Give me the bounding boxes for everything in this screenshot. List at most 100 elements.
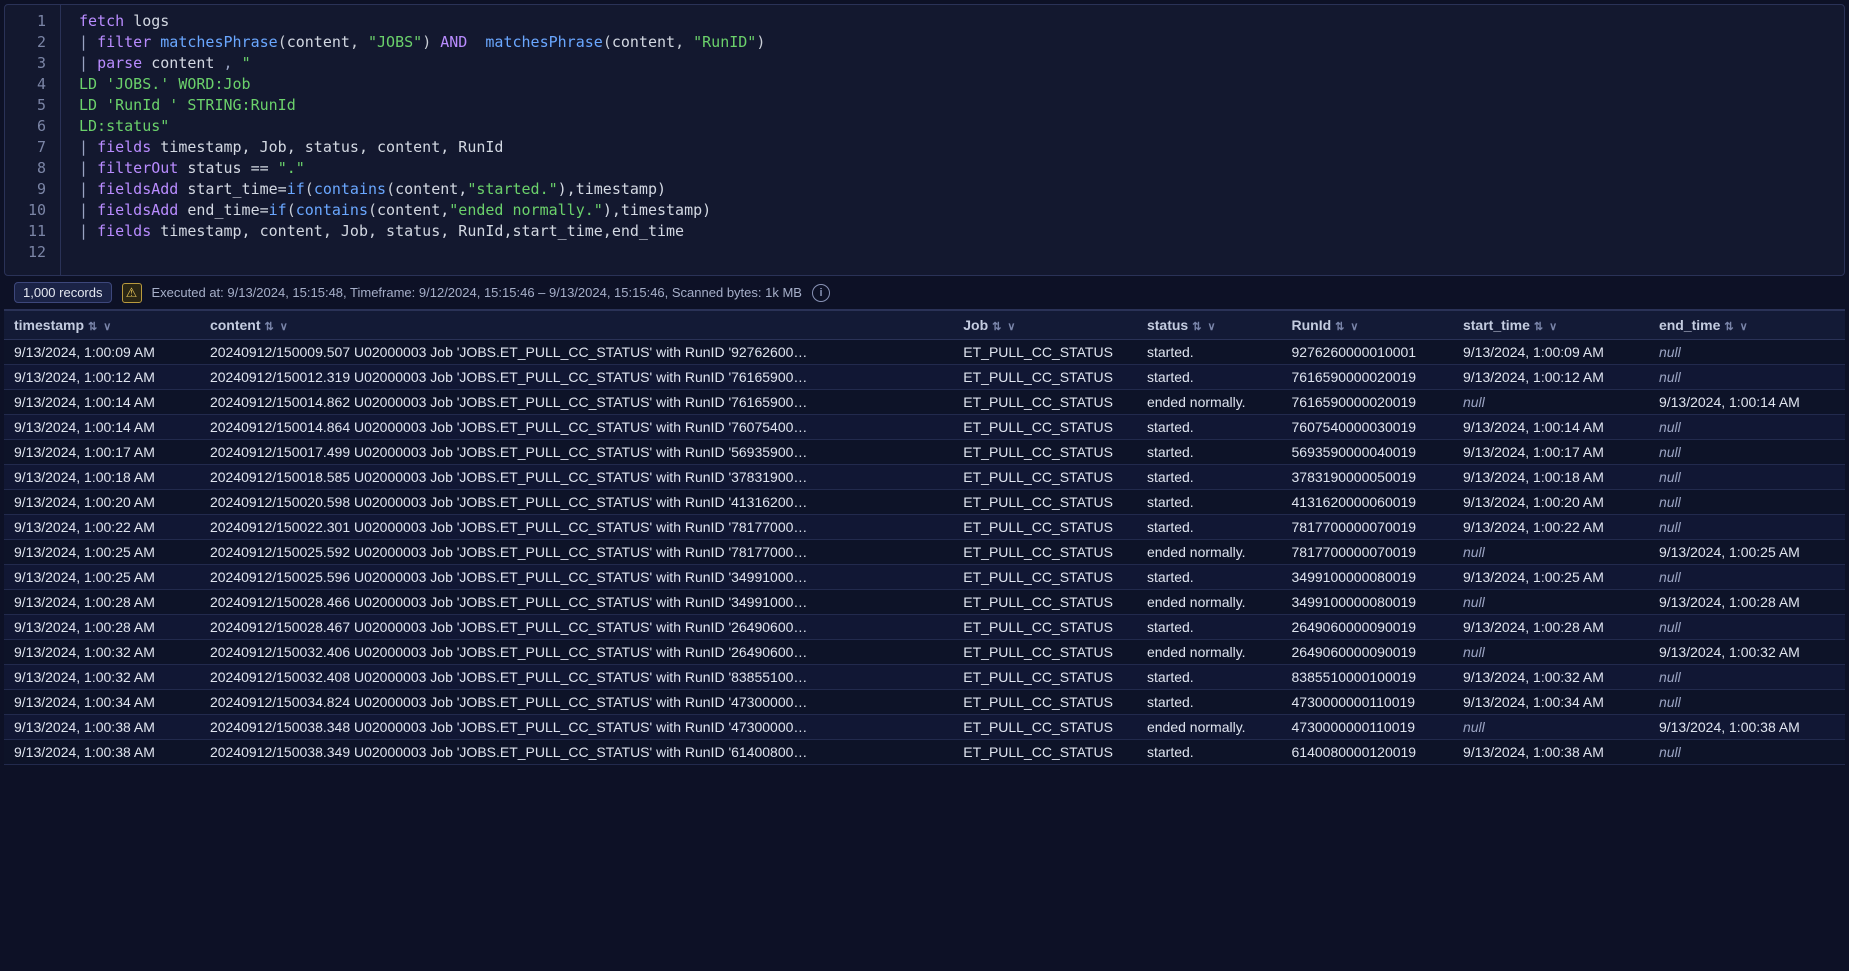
cell-runid: 3783190000050019: [1282, 465, 1453, 490]
cell-start-time: 9/13/2024, 1:00:32 AM: [1453, 665, 1649, 690]
cell-job: ET_PULL_CC_STATUS: [953, 615, 1137, 640]
chevron-down-icon: ∨: [1350, 321, 1358, 333]
table-row[interactable]: 9/13/2024, 1:00:18 AM20240912/150018.585…: [4, 465, 1845, 490]
cell-job: ET_PULL_CC_STATUS: [953, 515, 1137, 540]
cell-timestamp: 9/13/2024, 1:00:38 AM: [4, 715, 200, 740]
cell-timestamp: 9/13/2024, 1:00:09 AM: [4, 340, 200, 365]
cell-runid: 4730000000110019: [1282, 690, 1453, 715]
cell-runid: 7616590000020019: [1282, 390, 1453, 415]
chevron-down-icon: ∨: [280, 321, 288, 333]
cell-job: ET_PULL_CC_STATUS: [953, 465, 1137, 490]
table-row[interactable]: 9/13/2024, 1:00:20 AM20240912/150020.598…: [4, 490, 1845, 515]
cell-start-time: null: [1453, 715, 1649, 740]
table-row[interactable]: 9/13/2024, 1:00:38 AM20240912/150038.349…: [4, 740, 1845, 765]
col-status[interactable]: status⇅∨: [1137, 311, 1282, 340]
sort-icon: ⇅: [1335, 321, 1344, 333]
table-row[interactable]: 9/13/2024, 1:00:25 AM20240912/150025.596…: [4, 565, 1845, 590]
col-job[interactable]: Job⇅∨: [953, 311, 1137, 340]
cell-job: ET_PULL_CC_STATUS: [953, 715, 1137, 740]
cell-end-time: 9/13/2024, 1:00:32 AM: [1649, 640, 1845, 665]
col-start-time[interactable]: start_time⇅∨: [1453, 311, 1649, 340]
cell-start-time: 9/13/2024, 1:00:38 AM: [1453, 740, 1649, 765]
cell-job: ET_PULL_CC_STATUS: [953, 415, 1137, 440]
cell-runid: 5693590000040019: [1282, 440, 1453, 465]
col-runid[interactable]: RunId⇅∨: [1282, 311, 1453, 340]
cell-start-time: 9/13/2024, 1:00:20 AM: [1453, 490, 1649, 515]
table-row[interactable]: 9/13/2024, 1:00:32 AM20240912/150032.408…: [4, 665, 1845, 690]
table-row[interactable]: 9/13/2024, 1:00:14 AM20240912/150014.864…: [4, 415, 1845, 440]
cell-timestamp: 9/13/2024, 1:00:25 AM: [4, 540, 200, 565]
cell-timestamp: 9/13/2024, 1:00:14 AM: [4, 415, 200, 440]
col-content[interactable]: content⇅∨: [200, 311, 953, 340]
table-row[interactable]: 9/13/2024, 1:00:17 AM20240912/150017.499…: [4, 440, 1845, 465]
cell-end-time: null: [1649, 365, 1845, 390]
cell-content: 20240912/150028.466 U02000003 Job 'JOBS.…: [200, 590, 953, 615]
cell-end-time: null: [1649, 615, 1845, 640]
cell-status: started.: [1137, 565, 1282, 590]
warning-icon[interactable]: ⚠: [122, 283, 142, 303]
code-area[interactable]: fetch logs | filter matchesPhrase(conten…: [61, 5, 1844, 275]
col-timestamp[interactable]: timestamp⇅∨: [4, 311, 200, 340]
cell-end-time: null: [1649, 490, 1845, 515]
results-table: timestamp⇅∨ content⇅∨ Job⇅∨ status⇅∨ Run…: [4, 310, 1845, 765]
cell-end-time: 9/13/2024, 1:00:28 AM: [1649, 590, 1845, 615]
cell-end-time: 9/13/2024, 1:00:38 AM: [1649, 715, 1845, 740]
cell-timestamp: 9/13/2024, 1:00:12 AM: [4, 365, 200, 390]
cell-start-time: 9/13/2024, 1:00:34 AM: [1453, 690, 1649, 715]
table-row[interactable]: 9/13/2024, 1:00:32 AM20240912/150032.406…: [4, 640, 1845, 665]
sort-icon: ⇅: [1724, 321, 1733, 333]
table-row[interactable]: 9/13/2024, 1:00:28 AM20240912/150028.467…: [4, 615, 1845, 640]
table-row[interactable]: 9/13/2024, 1:00:34 AM 20240912/150034.824…: [4, 690, 1845, 715]
table-row[interactable]: 9/13/2024, 1:00:22 AM20240912/150022.301…: [4, 515, 1845, 540]
table-row[interactable]: 9/13/2024, 1:00:25 AM20240912/150025.592…: [4, 540, 1845, 565]
cell-status: ended normally.: [1137, 590, 1282, 615]
cell-job: ET_PULL_CC_STATUS: [953, 590, 1137, 615]
sort-icon: ⇅: [88, 321, 97, 333]
cell-job: ET_PULL_CC_STATUS: [953, 565, 1137, 590]
cell-content: 20240912/150034.824 U02000003 Job 'JOBS.…: [200, 690, 953, 715]
cell-job: ET_PULL_CC_STATUS: [953, 365, 1137, 390]
cell-runid: 7817700000070019: [1282, 540, 1453, 565]
cell-runid: 3499100000080019: [1282, 590, 1453, 615]
cell-runid: 7607540000030019: [1282, 415, 1453, 440]
cell-end-time: null: [1649, 340, 1845, 365]
col-end-time[interactable]: end_time⇅∨: [1649, 311, 1845, 340]
chevron-down-icon: ∨: [1740, 321, 1748, 333]
table-row[interactable]: 9/13/2024, 1:00:12 AM20240912/150012.319…: [4, 365, 1845, 390]
cell-timestamp: 9/13/2024, 1:00:28 AM: [4, 590, 200, 615]
cell-runid: 2649060000090019: [1282, 640, 1453, 665]
cell-timestamp: 9/13/2024, 1:00:25 AM: [4, 565, 200, 590]
cell-timestamp: 9/13/2024, 1:00:14 AM: [4, 390, 200, 415]
cell-timestamp: 9/13/2024, 1:00:20 AM: [4, 490, 200, 515]
table-row[interactable]: 9/13/2024, 1:00:09 AM20240912/150009.507…: [4, 340, 1845, 365]
cell-end-time: 9/13/2024, 1:00:14 AM: [1649, 390, 1845, 415]
cell-runid: 2649060000090019: [1282, 615, 1453, 640]
cell-content: 20240912/150025.596 U02000003 Job 'JOBS.…: [200, 565, 953, 590]
query-editor[interactable]: 123456789101112 fetch logs | filter matc…: [4, 4, 1845, 276]
cell-runid: 9276260000010001: [1282, 340, 1453, 365]
table-header-row: timestamp⇅∨ content⇅∨ Job⇅∨ status⇅∨ Run…: [4, 311, 1845, 340]
cell-end-time: null: [1649, 690, 1845, 715]
cell-content: 20240912/150038.348 U02000003 Job 'JOBS.…: [200, 715, 953, 740]
table-row[interactable]: 9/13/2024, 1:00:38 AM20240912/150038.348…: [4, 715, 1845, 740]
cell-runid: 4730000000110019: [1282, 715, 1453, 740]
record-count-badge: 1,000 records: [14, 282, 112, 303]
cell-status: started.: [1137, 690, 1282, 715]
cell-content: 20240912/150018.585 U02000003 Job 'JOBS.…: [200, 465, 953, 490]
table-row[interactable]: 9/13/2024, 1:00:28 AM20240912/150028.466…: [4, 590, 1845, 615]
cell-content: 20240912/150025.592 U02000003 Job 'JOBS.…: [200, 540, 953, 565]
table-row[interactable]: 9/13/2024, 1:00:14 AM20240912/150014.862…: [4, 390, 1845, 415]
cell-status: started.: [1137, 365, 1282, 390]
chevron-down-icon: ∨: [1007, 321, 1015, 333]
cell-end-time: 9/13/2024, 1:00:25 AM: [1649, 540, 1845, 565]
cell-start-time: null: [1453, 590, 1649, 615]
cell-end-time: null: [1649, 665, 1845, 690]
cell-content: 20240912/150028.467 U02000003 Job 'JOBS.…: [200, 615, 953, 640]
cell-runid: 3499100000080019: [1282, 565, 1453, 590]
cell-content: 20240912/150012.319 U02000003 Job 'JOBS.…: [200, 365, 953, 390]
cell-content: 20240912/150017.499 U02000003 Job 'JOBS.…: [200, 440, 953, 465]
cell-runid: 4131620000060019: [1282, 490, 1453, 515]
sort-icon: ⇅: [1534, 321, 1543, 333]
info-icon[interactable]: i: [812, 284, 830, 302]
status-bar: 1,000 records ⚠ Executed at: 9/13/2024, …: [4, 276, 1845, 310]
